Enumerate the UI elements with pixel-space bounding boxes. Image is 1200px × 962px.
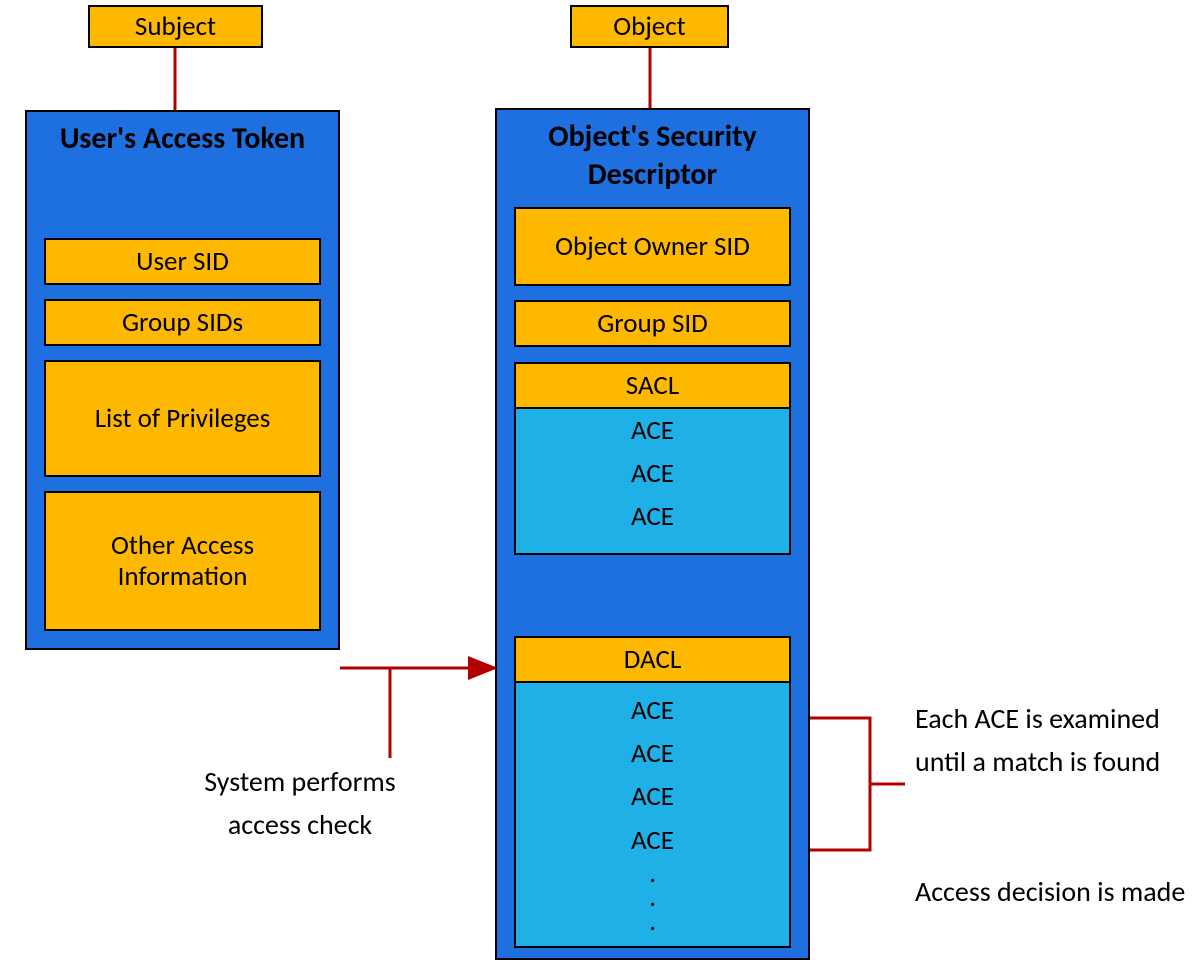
dacl-ace: ACE: [631, 819, 674, 862]
annotation-system-check: System performs access check: [200, 760, 400, 847]
sacl-ace: ACE: [631, 495, 674, 538]
subject-text: Subject: [135, 11, 216, 42]
dacl-ace: ACE: [631, 775, 674, 818]
group-sid-box: Group SID: [514, 300, 791, 347]
sacl-list: ACE ACE ACE: [514, 407, 791, 555]
access-token-title: User's Access Token: [27, 112, 338, 164]
user-sid-box: User SID: [44, 238, 321, 285]
security-descriptor-title: Object's Security Descriptor: [497, 110, 808, 199]
dacl-ace: ACE: [631, 732, 674, 775]
dacl-ace: ACE: [631, 689, 674, 732]
privileges-box: List of Privileges: [44, 360, 321, 477]
group-sids-box: Group SIDs: [44, 299, 321, 346]
sacl-ace: ACE: [631, 409, 674, 452]
sacl-ace: ACE: [631, 452, 674, 495]
sacl-header: SACL: [514, 362, 791, 409]
other-access-box: Other Access Information: [44, 491, 321, 631]
annotation-each-ace: Each ACE is examined until a match is fo…: [915, 697, 1195, 784]
dacl-list: ACE ACE ACE ACE . . .: [514, 681, 791, 948]
dacl-dot: .: [649, 910, 656, 934]
object-text: Object: [613, 11, 685, 42]
owner-sid-box: Object Owner SID: [514, 207, 791, 286]
object-label: Object: [570, 5, 729, 48]
dacl-header: DACL: [514, 636, 791, 683]
subject-label: Subject: [88, 5, 263, 48]
annotation-decision: Access decision is made: [915, 870, 1195, 913]
